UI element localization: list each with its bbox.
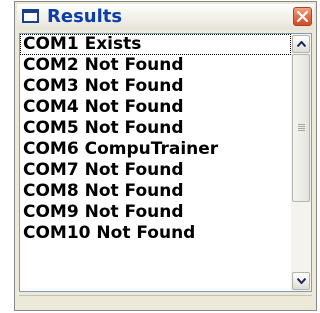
scroll-down-button[interactable] xyxy=(292,272,310,290)
close-icon xyxy=(297,11,308,22)
status-bar xyxy=(19,295,312,309)
list-item[interactable]: COM2 Not Found xyxy=(20,55,291,76)
thumb-grip xyxy=(298,126,305,127)
title-bar[interactable]: Results xyxy=(17,4,314,30)
thumb-grip xyxy=(298,128,305,129)
list-item[interactable]: COM4 Not Found xyxy=(20,97,291,118)
results-window: Results COM1 Exists COM2 Not Found COM3 … xyxy=(14,1,317,311)
vertical-scrollbar[interactable] xyxy=(291,34,311,291)
scroll-up-button[interactable] xyxy=(292,35,310,53)
results-list[interactable]: COM1 Exists COM2 Not Found COM3 Not Foun… xyxy=(19,33,312,292)
list-item[interactable]: COM7 Not Found xyxy=(20,160,291,181)
window-icon xyxy=(22,9,39,23)
thumb-grip xyxy=(298,130,305,131)
list-item[interactable]: COM5 Not Found xyxy=(20,118,291,139)
list-item[interactable]: COM10 Not Found xyxy=(20,223,291,244)
list-item[interactable]: COM1 Exists xyxy=(20,34,291,55)
scroll-thumb[interactable] xyxy=(292,54,310,202)
close-button[interactable] xyxy=(293,7,312,26)
list-item[interactable]: COM3 Not Found xyxy=(20,76,291,97)
list-item[interactable]: COM8 Not Found xyxy=(20,181,291,202)
thumb-grip xyxy=(298,124,305,125)
results-list-items: COM1 Exists COM2 Not Found COM3 Not Foun… xyxy=(20,34,291,291)
window-title: Results xyxy=(47,6,123,27)
list-item[interactable]: COM6 CompuTrainer xyxy=(20,139,291,160)
arrow-up-icon xyxy=(297,41,306,47)
list-item[interactable]: COM9 Not Found xyxy=(20,202,291,223)
arrow-down-icon xyxy=(297,278,306,284)
